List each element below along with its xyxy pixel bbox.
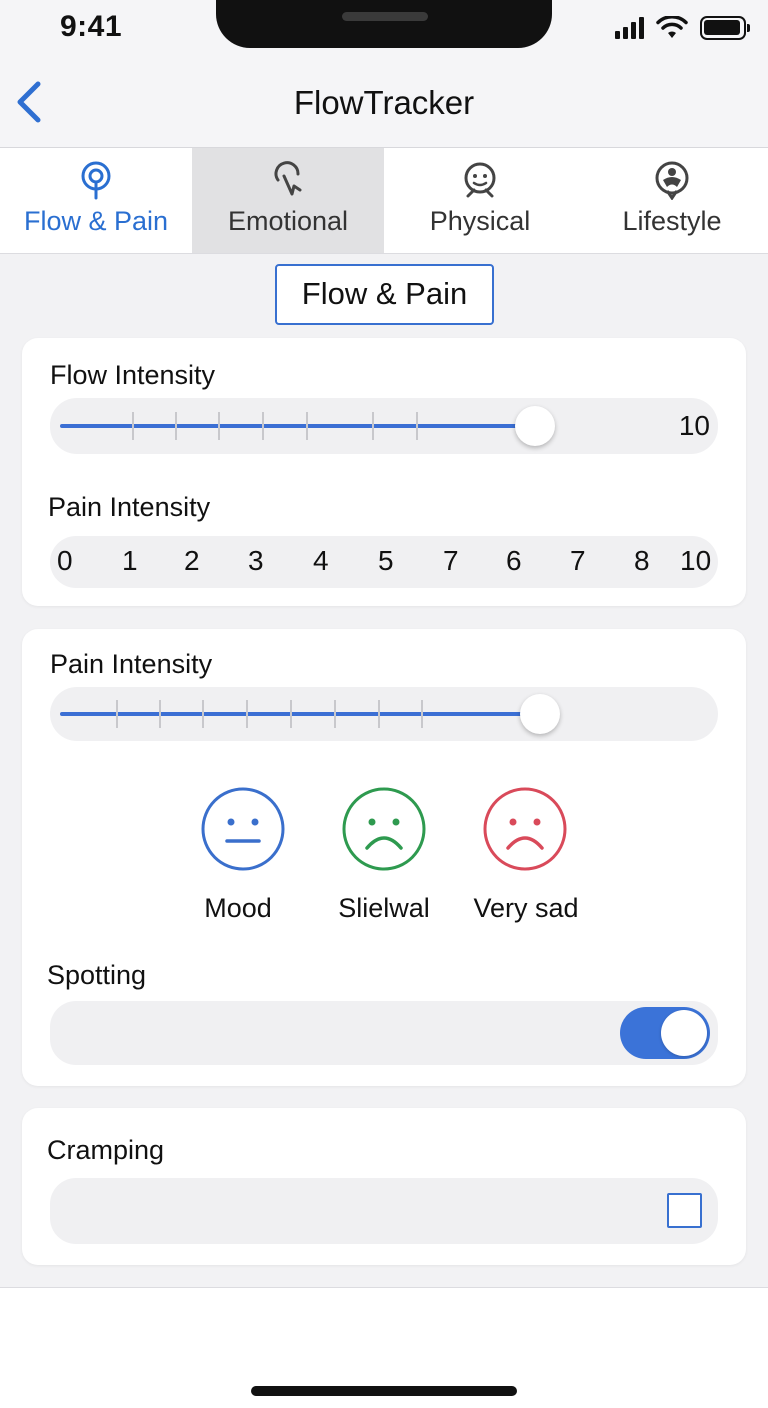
flow-intensity-value: 10 [678, 410, 710, 441]
tab-flow-pain[interactable]: Flow & Pain [0, 148, 192, 253]
tab-label: Flow & Pain [23, 206, 169, 236]
slider-thumb[interactable] [520, 694, 560, 734]
navigation-bar: FlowTracker [0, 60, 768, 148]
wifi-icon [656, 16, 688, 38]
scale-option[interactable]: 2 [184, 545, 200, 577]
scale-option[interactable]: 7 [570, 545, 586, 577]
cramping-label: Cramping [47, 1135, 165, 1165]
slider-fill [60, 712, 534, 716]
flow-intensity-slider[interactable]: 10 [50, 398, 718, 454]
status-icons [615, 14, 750, 42]
mood-label: Very sad [473, 893, 579, 923]
scale-option[interactable]: 4 [313, 545, 329, 577]
slider-tick [372, 412, 374, 440]
status-bar: 9:41 [0, 0, 768, 60]
pain-intensity-label: Pain Intensity [50, 649, 213, 679]
slider-tick [378, 700, 380, 728]
mood-label: Slielwal [338, 893, 430, 923]
cramping-row [50, 1178, 718, 1244]
status-time: 9:41 [60, 10, 123, 43]
slider-tick [132, 412, 134, 440]
mood-label: Mood [204, 893, 272, 923]
slider-tick [159, 700, 161, 728]
slider-tick [202, 700, 204, 728]
slider-tick [421, 700, 423, 728]
flow-intensity-label: Flow Intensity [50, 360, 216, 390]
tab-label: Lifestyle [622, 206, 722, 236]
tab-label: Emotional [227, 206, 349, 236]
cramping-checkbox[interactable] [667, 1193, 702, 1228]
cramping-card: Cramping [22, 1108, 746, 1265]
flow-intensity-card: Flow Intensity 10 Pain Intensity 0 1 2 3… [22, 338, 746, 606]
slider-thumb[interactable] [515, 406, 555, 446]
toggle-knob [661, 1010, 707, 1056]
brain-icon [274, 161, 302, 196]
section-heading: Flow & Pain [275, 264, 494, 325]
pain-scale: 0 1 2 3 4 5 7 6 7 8 10 [50, 536, 718, 588]
pain-intensity-label: Pain Intensity [48, 492, 211, 522]
battery-icon [700, 16, 750, 40]
slider-tick [116, 700, 118, 728]
slider-tick [175, 412, 177, 440]
spotting-row [50, 1001, 718, 1065]
slider-tick [290, 700, 292, 728]
notch-speaker [342, 12, 428, 21]
tab-emotional[interactable]: Emotional [192, 148, 384, 253]
slider-tick [416, 412, 418, 440]
very-sad-face-icon[interactable] [482, 786, 568, 872]
spotting-label: Spotting [47, 960, 147, 990]
tab-label: Physical [429, 206, 531, 236]
scale-option[interactable]: 5 [378, 545, 394, 577]
device-notch [216, 0, 552, 48]
spotting-toggle[interactable] [620, 1007, 710, 1059]
pain-intensity-slider[interactable] [50, 687, 718, 741]
cellular-signal-icon [615, 17, 644, 39]
neutral-face-icon[interactable] [200, 786, 286, 872]
sad-face-icon[interactable] [341, 786, 427, 872]
tab-lifestyle[interactable]: Lifestyle [576, 148, 768, 253]
slider-tick [218, 412, 220, 440]
scale-option[interactable]: 0 [57, 545, 73, 577]
scale-option[interactable]: 1 [122, 545, 138, 577]
face-icon [464, 162, 496, 198]
tab-physical[interactable]: Physical [384, 148, 576, 253]
scale-option[interactable]: 3 [248, 545, 264, 577]
slider-tick [262, 412, 264, 440]
scale-option[interactable]: 10 [680, 545, 711, 577]
scale-option[interactable]: 6 [506, 545, 522, 577]
scale-option[interactable]: 7 [443, 545, 459, 577]
slider-tick [334, 700, 336, 728]
pain-intensity-card: Pain Intensity Mood Slielwal Very sad Sp… [22, 629, 746, 1086]
category-tab-bar: Flow & Pain Emotional Physical Lifestyle [0, 148, 768, 254]
slider-tick [246, 700, 248, 728]
lifestyle-icon [655, 161, 689, 200]
pin-icon [81, 161, 111, 200]
scale-option[interactable]: 8 [634, 545, 650, 577]
home-indicator[interactable] [251, 1386, 517, 1396]
slider-fill [60, 424, 528, 428]
slider-tick [306, 412, 308, 440]
page-title: FlowTracker [293, 84, 475, 121]
